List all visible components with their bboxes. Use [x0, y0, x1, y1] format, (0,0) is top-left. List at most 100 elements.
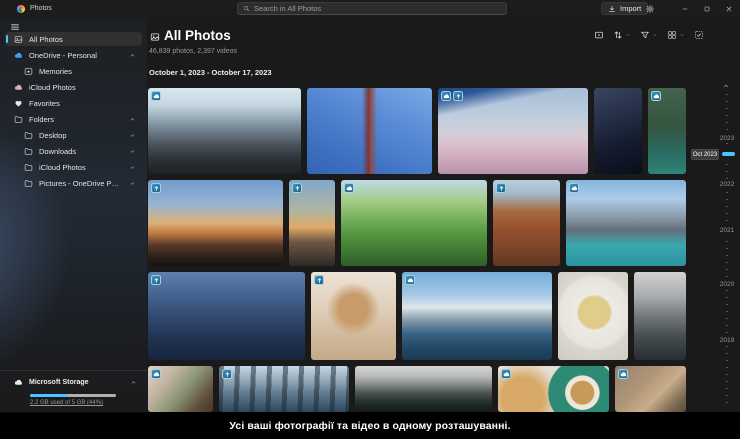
folder-icon	[24, 163, 33, 172]
sidebar-item-label: Folders	[29, 115, 54, 124]
timeline-tick	[726, 122, 728, 123]
navigation-menu-icon[interactable]	[10, 22, 20, 32]
sidebar-item-favorites[interactable]: Favorites	[5, 96, 142, 110]
chevron-up-icon[interactable]	[130, 379, 137, 386]
selected-accent-bar	[6, 35, 8, 43]
view-button[interactable]	[667, 30, 685, 40]
cloud-badges	[618, 369, 628, 379]
storage-cloud-icon	[14, 378, 23, 387]
search-input[interactable]	[254, 4, 501, 13]
close-button[interactable]	[718, 0, 740, 18]
settings-gear-icon[interactable]	[645, 4, 655, 14]
timeline-up-icon[interactable]	[722, 82, 730, 90]
photo-sunset-river[interactable]	[289, 180, 335, 266]
photo-swing-ride[interactable]	[307, 88, 432, 174]
import-button-label: Import	[620, 4, 641, 13]
photo-forest-lake[interactable]	[648, 88, 686, 174]
sidebar-item-folders[interactable]: Folders	[5, 112, 142, 126]
photo-harbor-sails[interactable]	[148, 272, 305, 360]
photo-pizza-coffee[interactable]	[498, 366, 609, 412]
sidebar-nav-list: All Photos OneDrive - Personal Memories iCl…	[5, 32, 142, 190]
photo-cafe-plants[interactable]	[148, 366, 213, 412]
sort-button[interactable]	[613, 30, 631, 40]
slideshow-button[interactable]	[594, 30, 604, 40]
cloud-badges	[441, 91, 463, 101]
sidebar-item-label: iCloud Photos	[29, 83, 76, 92]
app-title: Photos	[30, 5, 52, 12]
photo-storm-sea[interactable]	[634, 272, 686, 360]
cloud-badges	[292, 183, 302, 193]
import-icon	[608, 5, 616, 13]
chevron-down-icon	[679, 32, 685, 38]
photo-city-skyline[interactable]	[148, 88, 301, 174]
photo-street-dog[interactable]	[615, 366, 686, 412]
main-content: All Photos 46,839 photos, 2,397 videos O…	[147, 18, 740, 412]
sidebar: All Photos OneDrive - Personal Memories iCl…	[0, 18, 147, 412]
sidebar-item-folder-desktop[interactable]: Desktop	[5, 128, 142, 142]
cloud-badges	[151, 275, 161, 285]
timeline-tick	[726, 164, 728, 165]
filter-icon	[640, 30, 650, 40]
caption-text: Усі ваші фотографії та відео в одному ро…	[229, 420, 510, 432]
timeline-tick	[726, 255, 728, 256]
timeline-tick	[726, 402, 728, 403]
badge-onedrive-icon	[405, 275, 415, 285]
badge-onedrive-icon	[344, 183, 354, 193]
sidebar-item-label: Favorites	[29, 99, 60, 108]
timeline-tick	[726, 269, 728, 270]
search-icon	[243, 5, 250, 12]
folder-icon	[24, 179, 33, 188]
filter-button[interactable]	[640, 30, 658, 40]
timeline-tick	[726, 360, 728, 361]
timeline-tick	[726, 129, 728, 130]
photo-pasta-dish[interactable]	[558, 272, 628, 360]
cloud-badges	[501, 369, 511, 379]
storage-usage-link[interactable]: 2.2 GB used of 5 GB (44%)	[30, 400, 103, 406]
sidebar-item-onedrive-personal[interactable]: OneDrive - Personal	[5, 48, 142, 62]
photo-night-sky[interactable]	[594, 88, 642, 174]
sidebar-item-icloud-photos[interactable]: iCloud Photos	[5, 80, 142, 94]
timeline-tick	[726, 276, 728, 277]
photo-lake-hills[interactable]	[402, 272, 552, 360]
titlebar: Photos Import	[0, 0, 740, 18]
timeline-tick	[726, 290, 728, 291]
sidebar-item-label: Memories	[39, 67, 72, 76]
photos-app-logo-icon	[17, 5, 25, 13]
badge-icloud-icon	[292, 183, 302, 193]
photo-grid-row	[148, 180, 686, 266]
maximize-button[interactable]	[696, 0, 718, 18]
photo-puppy[interactable]	[311, 272, 396, 360]
photo-bw-waves[interactable]	[355, 366, 492, 412]
view-icon	[667, 30, 677, 40]
sidebar-item-label: iCloud Photos	[39, 163, 86, 172]
photo-green-meadow[interactable]	[341, 180, 487, 266]
badge-onedrive-icon	[151, 369, 161, 379]
import-button[interactable]: Import	[601, 2, 648, 15]
photo-dirt-road[interactable]	[493, 180, 560, 266]
photo-foggy-forest[interactable]	[219, 366, 349, 412]
photo-airplane-wing[interactable]	[438, 88, 588, 174]
sidebar-item-folder-icloud-photos[interactable]: iCloud Photos	[5, 160, 142, 174]
timeline-tick	[726, 241, 728, 242]
folder-icon	[14, 115, 23, 124]
window-controls	[674, 0, 740, 18]
sidebar-item-all-photos[interactable]: All Photos	[5, 32, 142, 46]
chevron-down-icon	[129, 180, 136, 187]
photo-sunset-trees[interactable]	[148, 180, 283, 266]
timeline-position-indicator[interactable]	[722, 152, 735, 156]
slideshow-icon	[594, 30, 604, 40]
minimize-button[interactable]	[674, 0, 696, 18]
timeline-scrubber[interactable]: Oct 2023 20232022202120202019	[686, 18, 740, 412]
photo-grid	[148, 88, 686, 412]
sort-icon	[613, 30, 623, 40]
sidebar-item-memories[interactable]: Memories	[5, 64, 142, 78]
sidebar-item-label: Pictures - OneDrive Personal	[39, 179, 123, 188]
cloud-badges	[151, 91, 161, 101]
sidebar-item-folder-pictures-onedrive[interactable]: Pictures - OneDrive Personal	[5, 176, 142, 190]
cloud-badges	[405, 275, 415, 285]
photo-mountain-lake[interactable]	[566, 180, 686, 266]
timeline-year-label: 2022	[714, 181, 740, 188]
chevron-up-icon	[129, 116, 136, 123]
search-box[interactable]	[237, 2, 507, 15]
sidebar-item-folder-downloads[interactable]: Downloads	[5, 144, 142, 158]
